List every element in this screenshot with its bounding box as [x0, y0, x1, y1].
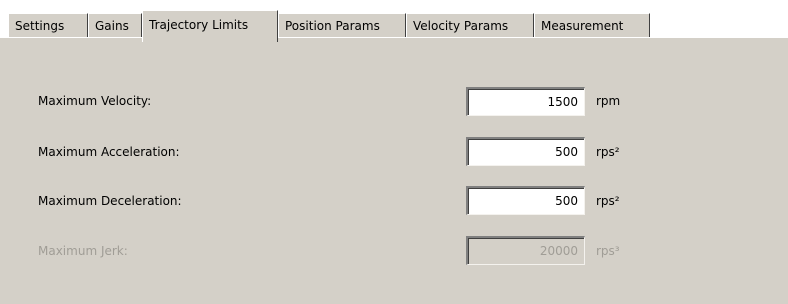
tab-trajectory-limits[interactable]: Trajectory Limits	[142, 10, 278, 42]
maximum-deceleration-input[interactable]	[466, 186, 585, 215]
maximum-jerk-unit: rps³	[596, 244, 620, 258]
tab-gains[interactable]: Gains	[88, 13, 142, 37]
tab-velocity-params[interactable]: Velocity Params	[406, 13, 534, 37]
maximum-velocity-label: Maximum Velocity:	[38, 94, 152, 108]
maximum-jerk-label: Maximum Jerk:	[38, 244, 128, 258]
tab-measurement[interactable]: Measurement	[534, 13, 650, 37]
maximum-acceleration-input[interactable]	[466, 137, 585, 166]
maximum-deceleration-unit: rps²	[596, 194, 620, 208]
tab-strip: Settings Gains Trajectory Limits Positio…	[0, 0, 788, 42]
tab-position-params[interactable]: Position Params	[278, 13, 406, 37]
maximum-deceleration-label: Maximum Deceleration:	[38, 194, 182, 208]
maximum-velocity-input[interactable]	[466, 87, 585, 116]
maximum-acceleration-label: Maximum Acceleration:	[38, 145, 180, 159]
maximum-acceleration-unit: rps²	[596, 145, 620, 159]
maximum-velocity-unit: rpm	[596, 94, 621, 108]
trajectory-limits-panel: Maximum Velocity: rpm Maximum Accelerati…	[0, 37, 788, 304]
tab-settings[interactable]: Settings	[8, 13, 88, 37]
maximum-jerk-input	[466, 236, 585, 265]
